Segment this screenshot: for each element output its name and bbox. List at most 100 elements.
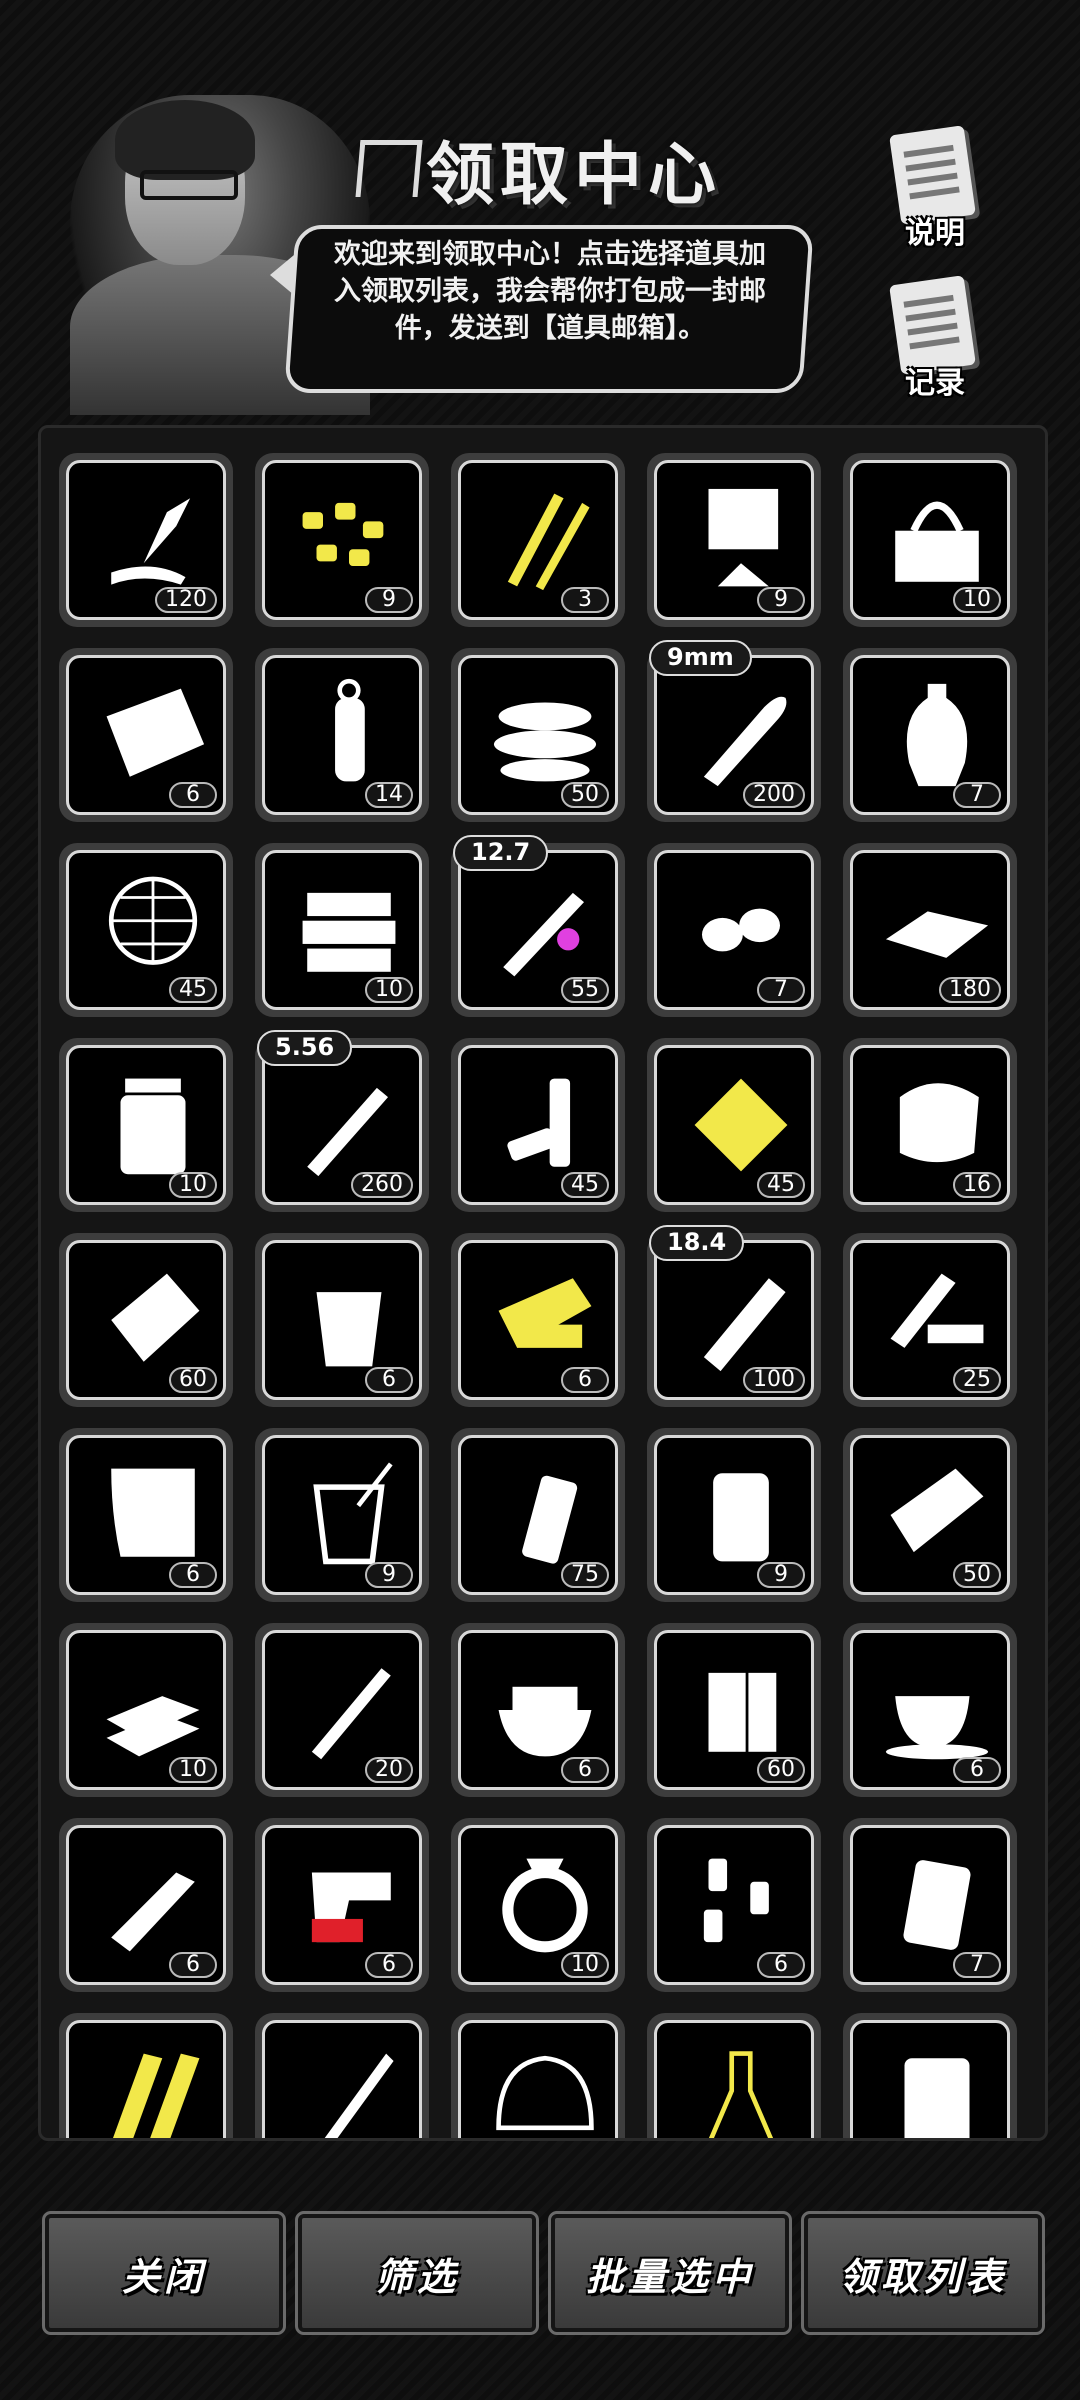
- item-count-badge: 9: [757, 587, 805, 613]
- help-button[interactable]: 说明: [880, 125, 990, 251]
- item-slot[interactable]: 6: [59, 1818, 233, 1992]
- item-slot[interactable]: 50: [843, 1428, 1017, 1602]
- item-count-badge: 180: [939, 977, 1001, 1003]
- item-slot[interactable]: 20: [255, 1623, 429, 1797]
- item-slot[interactable]: 60: [59, 1233, 233, 1407]
- item-slot[interactable]: 9: [647, 453, 821, 627]
- battery-pack-icon: [708, 1672, 777, 1752]
- item-slot[interactable]: 6: [59, 648, 233, 822]
- item-slot[interactable]: 5.56 260: [255, 1030, 429, 1212]
- metal-plate-icon: [111, 1273, 200, 1362]
- item-slot[interactable]: [255, 2013, 429, 2138]
- item-count-badge: 7: [757, 977, 805, 1003]
- item-slot[interactable]: 6: [255, 1818, 429, 1992]
- smoke-grenade-icon: [522, 1475, 578, 1564]
- item-count-badge: 6: [365, 1952, 413, 1978]
- item-count-badge: 10: [561, 1952, 609, 1978]
- item-count-badge: 50: [953, 1562, 1001, 1588]
- item-slot[interactable]: 18.4 100: [647, 1225, 821, 1407]
- item-panel[interactable]: 120 9 3 9 10 6 14 50 9mm 200 7 45 10 12.7 55 7 180 10 5.56…: [38, 425, 1048, 2141]
- vase-icon: [906, 683, 968, 787]
- ammo-caliber-tag: 5.56: [257, 1030, 353, 1066]
- item-count-badge: 10: [365, 977, 413, 1003]
- cloth-rag-icon: [106, 688, 205, 777]
- item-slot[interactable]: 6: [451, 1623, 625, 1797]
- batch-select-button[interactable]: 批量选中: [548, 2211, 792, 2335]
- item-slot[interactable]: [59, 2013, 233, 2138]
- item-slot[interactable]: 45: [451, 1038, 625, 1212]
- item-slot[interactable]: 7: [843, 648, 1017, 822]
- item-slot[interactable]: 9mm 200: [647, 640, 821, 822]
- fuel-pouch-icon: [903, 1860, 971, 1950]
- claim-list-button[interactable]: 领取列表: [801, 2211, 1045, 2335]
- item-slot[interactable]: 10: [59, 1038, 233, 1212]
- item-slot[interactable]: [451, 2013, 625, 2138]
- item-slot[interactable]: 9: [255, 1428, 429, 1602]
- item-grid: 120 9 3 9 10 6 14 50 9mm 200 7 45 10 12.7 55 7 180 10 5.56…: [59, 453, 1017, 2138]
- item-count-badge: 7: [953, 1952, 1001, 1978]
- gold-bars-icon: [106, 1696, 200, 1757]
- item-slot[interactable]: 10: [59, 1623, 233, 1797]
- sugar-bowl-icon: [498, 1686, 592, 1757]
- item-slot[interactable]: 180: [843, 843, 1017, 1017]
- shotgun-shell-18-4-icon: [703, 1278, 786, 1372]
- item-slot[interactable]: 75: [451, 1428, 625, 1602]
- item-slot[interactable]: 45: [59, 843, 233, 1017]
- flask-icon: [708, 2051, 774, 2138]
- item-slot[interactable]: 9: [647, 1428, 821, 1602]
- item-count-badge: 45: [561, 1172, 609, 1198]
- item-count-badge: 25: [953, 1367, 1001, 1393]
- item-count-badge: 45: [757, 1172, 805, 1198]
- item-slot[interactable]: 6: [451, 1233, 625, 1407]
- juice-glass-icon: [316, 1292, 382, 1367]
- close-button[interactable]: 关闭: [42, 2211, 286, 2335]
- item-slot[interactable]: 16: [843, 1038, 1017, 1212]
- item-slot[interactable]: 120: [59, 453, 233, 627]
- tape-roll-icon: [493, 702, 597, 782]
- corn-kernels-icon: [302, 502, 384, 566]
- item-slot-frame: [458, 2020, 618, 2138]
- item-count-badge: 10: [169, 1172, 217, 1198]
- item-slot[interactable]: 6: [647, 1818, 821, 1992]
- item-slot[interactable]: [843, 2013, 1017, 2138]
- item-count-badge: 200: [743, 782, 805, 808]
- records-button[interactable]: 记录: [880, 275, 990, 401]
- ring-icon: [502, 1858, 588, 1953]
- item-slot[interactable]: [647, 2013, 821, 2138]
- item-slot[interactable]: 14: [255, 648, 429, 822]
- item-count-badge: 6: [757, 1952, 805, 1978]
- item-count-badge: 60: [169, 1367, 217, 1393]
- item-slot[interactable]: 3: [451, 453, 625, 627]
- item-slot[interactable]: 6: [59, 1428, 233, 1602]
- item-count-badge: 55: [561, 977, 609, 1003]
- item-count-badge: 6: [365, 1367, 413, 1393]
- wood-planks-icon: [890, 1273, 984, 1348]
- ointment-tube-icon: [111, 1872, 195, 1952]
- item-slot[interactable]: 10: [451, 1818, 625, 1992]
- item-slot[interactable]: 10: [255, 843, 429, 1017]
- item-slot[interactable]: 25: [843, 1233, 1017, 1407]
- item-slot-frame: [66, 2020, 226, 2138]
- medicine-bottle-icon: [120, 1078, 186, 1175]
- item-slot[interactable]: 9: [255, 453, 429, 627]
- item-slot[interactable]: 6: [255, 1233, 429, 1407]
- item-slot-frame: [654, 2020, 814, 2138]
- item-count-badge: 6: [169, 782, 217, 808]
- firewood-icon: [113, 2053, 200, 2138]
- item-slot[interactable]: 45: [647, 1038, 821, 1212]
- item-slot[interactable]: 7: [843, 1818, 1017, 1992]
- item-slot[interactable]: 10: [843, 453, 1017, 627]
- item-slot[interactable]: 6: [843, 1623, 1017, 1797]
- item-slot[interactable]: 50: [451, 648, 625, 822]
- item-slot[interactable]: 7: [647, 843, 821, 1017]
- item-slot[interactable]: 12.7 55: [451, 835, 625, 1017]
- item-count-badge: 260: [351, 1172, 413, 1198]
- item-count-badge: 120: [155, 587, 217, 613]
- item-count-badge: 9: [365, 587, 413, 613]
- filter-button[interactable]: 筛选: [295, 2211, 539, 2335]
- item-slot[interactable]: 60: [647, 1623, 821, 1797]
- drink-straw-icon: [313, 1462, 393, 1565]
- item-count-badge: 10: [169, 1757, 217, 1783]
- pill-bottles-icon: [703, 1858, 769, 1943]
- blueprint-scroll-icon: [111, 1468, 195, 1557]
